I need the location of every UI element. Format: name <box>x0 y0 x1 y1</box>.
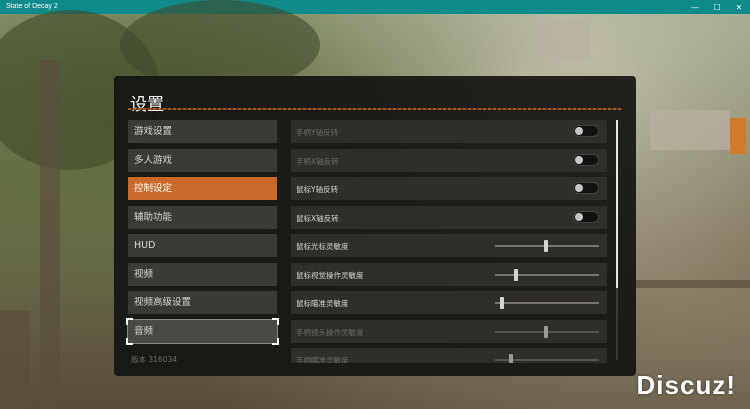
sensitivity-slider[interactable] <box>495 268 599 281</box>
setting-label: 鼠标视觉操作灵敏度 <box>296 270 364 280</box>
sensitivity-slider[interactable] <box>495 240 599 252</box>
nav-item[interactable]: 视频 <box>128 262 277 286</box>
minimize-button[interactable]: — <box>684 0 706 14</box>
nav-item-label: 视频 <box>134 268 154 280</box>
slider-thumb[interactable] <box>543 325 548 338</box>
nav-item-label: 控制设定 <box>134 183 173 194</box>
focus-corner-icon <box>126 317 133 325</box>
nav-item[interactable]: 多人游戏 <box>128 148 277 172</box>
nav-item[interactable]: 视频高级设置 <box>128 291 277 314</box>
slider-thumb[interactable] <box>500 297 505 309</box>
settings-panel: 设置 游戏设置 多人游戏 控制设定 辅助功能 HUD 视频 视频高级设置 音频 手柄Y轴反转手… <box>114 76 636 376</box>
watermark-text: Discuz! <box>636 370 736 400</box>
toggle-knob <box>575 184 583 192</box>
setting-label: 手柄X轴反转 <box>296 156 339 166</box>
setting-row[interactable]: 手柄Y轴反转 <box>291 120 607 143</box>
toggle-switch[interactable] <box>573 182 599 194</box>
setting-label: 鼠标Y轴反转 <box>296 185 339 194</box>
background-guardrail <box>636 280 750 288</box>
scrollbar-thumb[interactable] <box>616 120 618 288</box>
setting-row[interactable]: 鼠标视觉操作灵敏度 <box>291 262 607 286</box>
slider-thumb[interactable] <box>508 354 513 363</box>
nav-item-label: 视频高级设置 <box>134 297 192 308</box>
nav-item-label: 多人游戏 <box>134 154 173 166</box>
nav-item[interactable]: 控制设定 <box>128 177 277 200</box>
version-label: 版本 316034 <box>131 355 178 364</box>
background-fence <box>0 310 30 409</box>
nav-item[interactable]: 游戏设置 <box>128 120 277 143</box>
setting-label: 手柄瞄准灵敏度 <box>296 356 349 363</box>
nav-item[interactable]: HUD <box>128 234 277 257</box>
setting-row[interactable]: 手柄瞄准灵敏度 <box>291 348 607 363</box>
sensitivity-slider[interactable] <box>495 297 599 309</box>
setting-row[interactable]: 鼠标X轴反转 <box>291 205 607 229</box>
settings-category-list: 游戏设置多人游戏控制设定辅助功能 HUD 视频视频高级设置 音频 <box>126 120 279 348</box>
nav-item-label: 游戏设置 <box>134 126 173 137</box>
toggle-switch[interactable] <box>573 153 599 166</box>
window-title: State of Decay 2 <box>6 3 58 10</box>
settings-title: 设置 <box>130 95 164 115</box>
focus-corner-icon <box>272 317 279 325</box>
title-divider <box>128 108 622 110</box>
focus-corner-icon <box>272 337 279 345</box>
nav-item-label: 辅助功能 <box>134 211 173 223</box>
setting-label: 鼠标光标灵敏度 <box>296 242 349 251</box>
setting-label: 鼠标X轴反转 <box>296 213 339 223</box>
setting-row[interactable]: 鼠标光标灵敏度 <box>291 234 607 257</box>
setting-label: 鼠标瞄准灵敏度 <box>296 299 349 308</box>
toggle-switch[interactable] <box>573 125 599 137</box>
background-building <box>650 110 730 150</box>
nav-item-label: 音频 <box>134 325 154 337</box>
nav-item[interactable]: 辅助功能 <box>128 205 277 229</box>
toggle-knob <box>575 127 583 135</box>
setting-label: 手柄镜头操作灵敏度 <box>296 327 364 337</box>
slider-thumb[interactable] <box>513 268 518 281</box>
toggle-knob <box>575 212 583 221</box>
slider-thumb[interactable] <box>543 240 548 252</box>
setting-row[interactable]: 鼠标瞄准灵敏度 <box>291 291 607 314</box>
setting-label: 手柄Y轴反转 <box>296 128 339 137</box>
background-tree-trunk <box>40 60 60 409</box>
background-road-sign <box>730 118 746 154</box>
settings-options-list[interactable]: 手柄Y轴反转 手柄X轴反转 鼠标Y轴反转 鼠标X轴反转鼠标光标灵敏度鼠标视觉操作灵敏度… <box>291 120 607 363</box>
toggle-knob <box>575 155 583 164</box>
scrollbar[interactable] <box>616 120 618 360</box>
background-building <box>535 20 590 60</box>
toggle-switch[interactable] <box>573 210 599 223</box>
focus-corner-icon <box>126 337 133 345</box>
setting-row[interactable]: 手柄X轴反转 <box>291 148 607 172</box>
maximize-button[interactable]: ☐ <box>706 0 728 14</box>
setting-row[interactable]: 手柄镜头操作灵敏度 <box>291 319 607 343</box>
nav-item[interactable]: 音频 <box>126 317 279 345</box>
close-button[interactable]: ✕ <box>728 0 750 14</box>
sensitivity-slider[interactable] <box>495 354 599 363</box>
window-title-bar[interactable]: State of Decay 2 — ☐ ✕ <box>0 0 750 14</box>
setting-row[interactable]: 鼠标Y轴反转 <box>291 177 607 200</box>
nav-item-label: HUD <box>134 240 156 251</box>
sensitivity-slider[interactable] <box>495 325 599 338</box>
window-controls: — ☐ ✕ <box>684 0 750 14</box>
